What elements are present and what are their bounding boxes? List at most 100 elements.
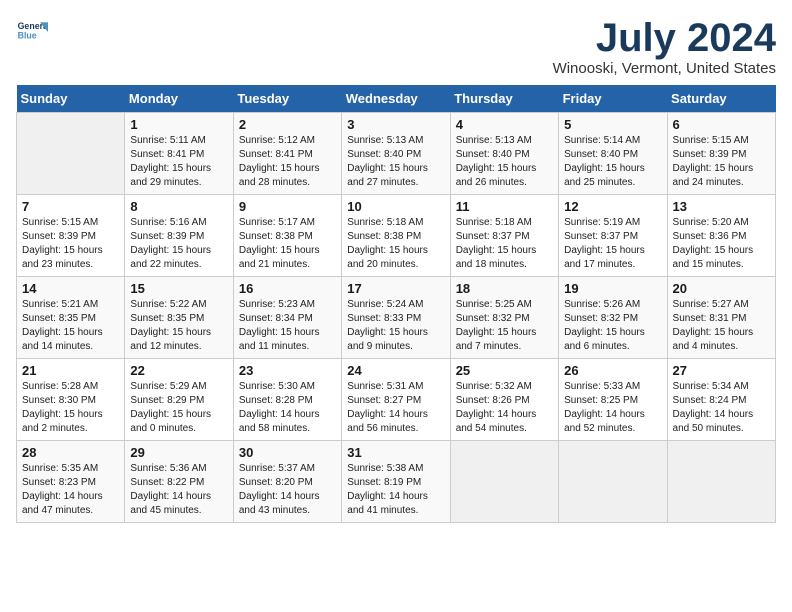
day-info: Sunrise: 5:30 AM Sunset: 8:28 PM Dayligh…	[239, 380, 336, 436]
day-number: 14	[22, 281, 119, 296]
calendar-header-row: SundayMondayTuesdayWednesdayThursdayFrid…	[17, 85, 776, 113]
day-number: 25	[456, 363, 553, 378]
calendar-week-row: 1 Sunrise: 5:11 AM Sunset: 8:41 PM Daylig…	[17, 113, 776, 195]
day-info: Sunrise: 5:36 AM Sunset: 8:22 PM Dayligh…	[130, 462, 227, 518]
day-number: 8	[130, 199, 227, 214]
calendar-cell: 27 Sunrise: 5:34 AM Sunset: 8:24 PM Dayli…	[667, 359, 775, 441]
day-info: Sunrise: 5:18 AM Sunset: 8:37 PM Dayligh…	[456, 216, 553, 272]
calendar-cell: 21 Sunrise: 5:28 AM Sunset: 8:30 PM Dayli…	[17, 359, 125, 441]
day-number: 26	[564, 363, 661, 378]
day-number: 27	[673, 363, 770, 378]
day-info: Sunrise: 5:15 AM Sunset: 8:39 PM Dayligh…	[22, 216, 119, 272]
header-saturday: Saturday	[667, 85, 775, 113]
title-section: July 2024 Winooski, Vermont, United Stat…	[553, 16, 776, 77]
calendar-cell: 16 Sunrise: 5:23 AM Sunset: 8:34 PM Dayli…	[233, 277, 341, 359]
day-info: Sunrise: 5:33 AM Sunset: 8:25 PM Dayligh…	[564, 380, 661, 436]
calendar-week-row: 7 Sunrise: 5:15 AM Sunset: 8:39 PM Daylig…	[17, 195, 776, 277]
day-number: 13	[673, 199, 770, 214]
day-info: Sunrise: 5:14 AM Sunset: 8:40 PM Dayligh…	[564, 134, 661, 190]
header-monday: Monday	[125, 85, 233, 113]
logo: General Blue	[16, 16, 48, 48]
calendar-cell: 31Sunrise: 5:38 AM Sunset: 8:19 PM Dayli…	[342, 441, 450, 523]
calendar-cell: 14 Sunrise: 5:21 AM Sunset: 8:35 PM Dayli…	[17, 277, 125, 359]
day-number: 7	[22, 199, 119, 214]
calendar-cell: 17 Sunrise: 5:24 AM Sunset: 8:33 PM Dayli…	[342, 277, 450, 359]
day-info: Sunrise: 5:25 AM Sunset: 8:32 PM Dayligh…	[456, 298, 553, 354]
day-number: 29	[130, 445, 227, 460]
day-number: 23	[239, 363, 336, 378]
calendar-cell	[559, 441, 667, 523]
day-number: 20	[673, 281, 770, 296]
calendar-cell: 6 Sunrise: 5:15 AM Sunset: 8:39 PM Daylig…	[667, 113, 775, 195]
calendar-cell: 29 Sunrise: 5:36 AM Sunset: 8:22 PM Dayli…	[125, 441, 233, 523]
calendar-week-row: 14 Sunrise: 5:21 AM Sunset: 8:35 PM Dayli…	[17, 277, 776, 359]
calendar-cell: 8Sunrise: 5:16 AM Sunset: 8:39 PM Daylig…	[125, 195, 233, 277]
day-number: 4	[456, 117, 553, 132]
day-info: Sunrise: 5:19 AM Sunset: 8:37 PM Dayligh…	[564, 216, 661, 272]
calendar-subtitle: Winooski, Vermont, United States	[553, 60, 776, 77]
day-info: Sunrise: 5:21 AM Sunset: 8:35 PM Dayligh…	[22, 298, 119, 354]
calendar-cell	[450, 441, 558, 523]
day-number: 21	[22, 363, 119, 378]
day-number: 11	[456, 199, 553, 214]
calendar-cell: 12 Sunrise: 5:19 AM Sunset: 8:37 PM Dayli…	[559, 195, 667, 277]
day-info: Sunrise: 5:26 AM Sunset: 8:32 PM Dayligh…	[564, 298, 661, 354]
calendar-week-row: 28 Sunrise: 5:35 AM Sunset: 8:23 PM Dayli…	[17, 441, 776, 523]
calendar-cell: 11 Sunrise: 5:18 AM Sunset: 8:37 PM Dayli…	[450, 195, 558, 277]
day-info: Sunrise: 5:31 AM Sunset: 8:27 PM Dayligh…	[347, 380, 444, 436]
day-number: 22	[130, 363, 227, 378]
day-info: Sunrise: 5:17 AM Sunset: 8:38 PM Dayligh…	[239, 216, 336, 272]
day-info: Sunrise: 5:13 AM Sunset: 8:40 PM Dayligh…	[347, 134, 444, 190]
day-number: 15	[130, 281, 227, 296]
day-number: 18	[456, 281, 553, 296]
calendar-cell: 19 Sunrise: 5:26 AM Sunset: 8:32 PM Dayli…	[559, 277, 667, 359]
day-number: 10	[347, 199, 444, 214]
calendar-cell: 3 Sunrise: 5:13 AM Sunset: 8:40 PM Daylig…	[342, 113, 450, 195]
calendar-week-row: 21 Sunrise: 5:28 AM Sunset: 8:30 PM Dayli…	[17, 359, 776, 441]
day-info: Sunrise: 5:27 AM Sunset: 8:31 PM Dayligh…	[673, 298, 770, 354]
day-info: Sunrise: 5:22 AM Sunset: 8:35 PM Dayligh…	[130, 298, 227, 354]
calendar-title: July 2024	[553, 16, 776, 60]
day-info: Sunrise: 5:29 AM Sunset: 8:29 PM Dayligh…	[130, 380, 227, 436]
day-number: 2	[239, 117, 336, 132]
calendar-cell: 15 Sunrise: 5:22 AM Sunset: 8:35 PM Dayli…	[125, 277, 233, 359]
logo-icon: General Blue	[16, 16, 48, 48]
day-info: Sunrise: 5:24 AM Sunset: 8:33 PM Dayligh…	[347, 298, 444, 354]
day-number: 5	[564, 117, 661, 132]
calendar-cell	[17, 113, 125, 195]
calendar-cell: 18 Sunrise: 5:25 AM Sunset: 8:32 PM Dayli…	[450, 277, 558, 359]
day-info: Sunrise: 5:15 AM Sunset: 8:39 PM Dayligh…	[673, 134, 770, 190]
day-info: Sunrise: 5:32 AM Sunset: 8:26 PM Dayligh…	[456, 380, 553, 436]
calendar-cell: 25 Sunrise: 5:32 AM Sunset: 8:26 PM Dayli…	[450, 359, 558, 441]
day-number: 12	[564, 199, 661, 214]
page-header: General Blue July 2024 Winooski, Vermont…	[16, 16, 776, 77]
day-number: 24	[347, 363, 444, 378]
calendar-cell: 5 Sunrise: 5:14 AM Sunset: 8:40 PM Daylig…	[559, 113, 667, 195]
day-number: 19	[564, 281, 661, 296]
day-info: Sunrise: 5:34 AM Sunset: 8:24 PM Dayligh…	[673, 380, 770, 436]
calendar-cell: 23 Sunrise: 5:30 AM Sunset: 8:28 PM Dayli…	[233, 359, 341, 441]
header-tuesday: Tuesday	[233, 85, 341, 113]
day-info: Sunrise: 5:20 AM Sunset: 8:36 PM Dayligh…	[673, 216, 770, 272]
day-info: Sunrise: 5:35 AM Sunset: 8:23 PM Dayligh…	[22, 462, 119, 518]
day-info: Sunrise: 5:18 AM Sunset: 8:38 PM Dayligh…	[347, 216, 444, 272]
calendar-cell: 1 Sunrise: 5:11 AM Sunset: 8:41 PM Daylig…	[125, 113, 233, 195]
calendar-cell	[667, 441, 775, 523]
day-number: 6	[673, 117, 770, 132]
calendar-cell: 26 Sunrise: 5:33 AM Sunset: 8:25 PM Dayli…	[559, 359, 667, 441]
day-number: 1	[130, 117, 227, 132]
day-info: Sunrise: 5:23 AM Sunset: 8:34 PM Dayligh…	[239, 298, 336, 354]
day-number: 17	[347, 281, 444, 296]
day-number: 3	[347, 117, 444, 132]
header-friday: Friday	[559, 85, 667, 113]
day-info: Sunrise: 5:28 AM Sunset: 8:30 PM Dayligh…	[22, 380, 119, 436]
day-info: Sunrise: 5:38 AM Sunset: 8:19 PM Dayligh…	[347, 462, 444, 518]
day-number: 28	[22, 445, 119, 460]
day-number: 9	[239, 199, 336, 214]
header-thursday: Thursday	[450, 85, 558, 113]
day-number: 30	[239, 445, 336, 460]
calendar-cell: 7 Sunrise: 5:15 AM Sunset: 8:39 PM Daylig…	[17, 195, 125, 277]
calendar-cell: 20 Sunrise: 5:27 AM Sunset: 8:31 PM Dayli…	[667, 277, 775, 359]
day-number: 16	[239, 281, 336, 296]
day-info: Sunrise: 5:11 AM Sunset: 8:41 PM Dayligh…	[130, 134, 227, 190]
